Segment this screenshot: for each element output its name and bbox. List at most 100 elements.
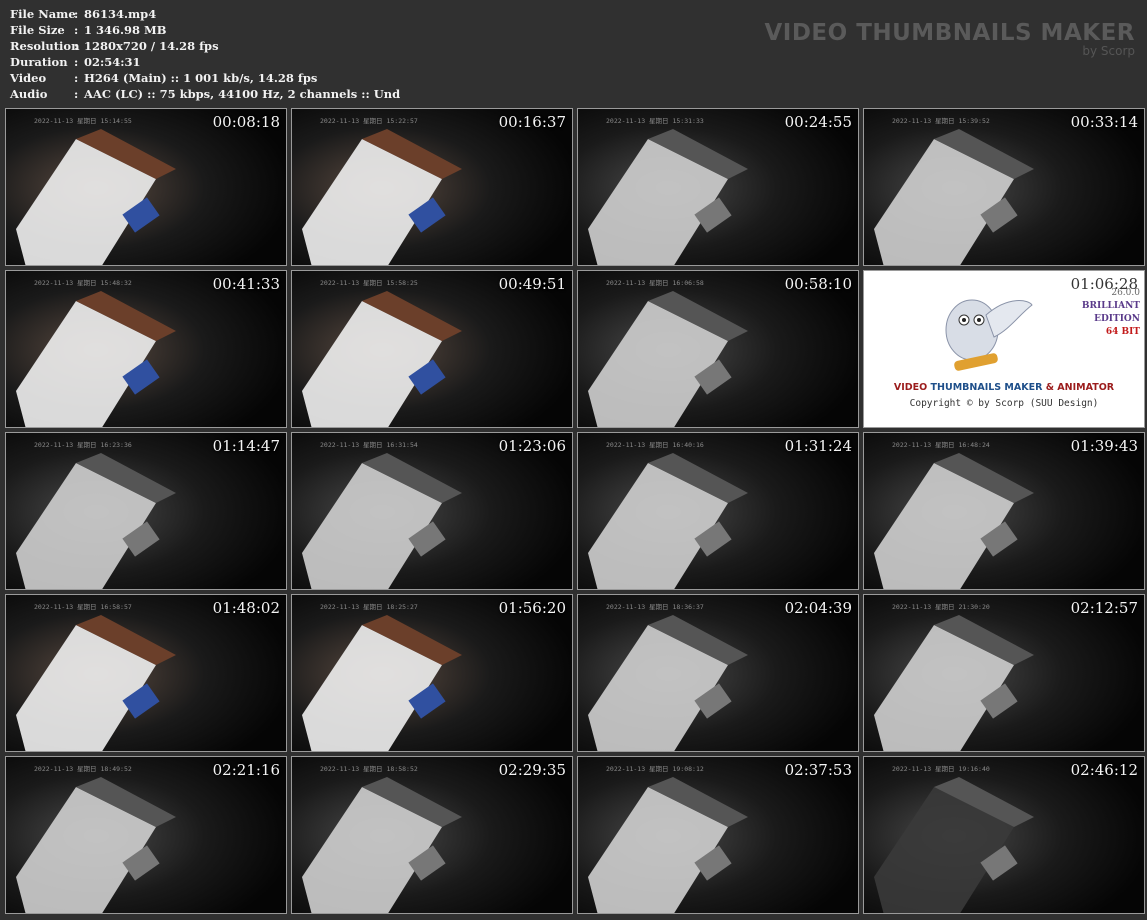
brand-watermark: VIDEO THUMBNAILS MAKER by Scorp: [764, 20, 1135, 58]
info-row-video: Video: H264 (Main) :: 1 001 kb/s, 14.28 f…: [10, 71, 318, 85]
frame-time-label: 00:24:55: [784, 113, 852, 131]
frame-image: [292, 271, 572, 427]
frame-timestamp-overlay: 2022-11-13 星期日 16:06:58: [606, 279, 704, 287]
thumbnail-frame: 2022-11-13 星期日 21:30:20 02:12:57: [863, 594, 1145, 752]
thumbnail-frame: 2022-11-13 星期日 15:58:25 00:49:51: [291, 270, 573, 428]
frame-timestamp-overlay: 2022-11-13 星期日 16:31:54: [320, 441, 418, 449]
thumbnail-frame: 2022-11-13 星期日 16:58:57 01:48:02: [5, 594, 287, 752]
frame-time-label: 02:21:16: [212, 761, 280, 779]
frame-timestamp-overlay: 2022-11-13 星期日 15:14:55: [34, 117, 132, 125]
info-row-file-size: File Size:1 346.98 MB: [10, 23, 167, 37]
thumbnail-frame: 2022-11-13 星期日 16:31:54 01:23:06: [291, 432, 573, 590]
logo-edition-line2: EDITION: [1094, 314, 1140, 324]
logo-edition-line1: BRILLIANT: [1081, 301, 1140, 311]
info-row-resolution: Resolution:1280x720 / 14.28 fps: [10, 39, 219, 53]
info-key: Audio: [10, 87, 48, 101]
frame-timestamp-overlay: 2022-11-13 星期日 16:58:57: [34, 603, 132, 611]
frame-time-label: 00:49:51: [498, 275, 566, 293]
brand-subtitle: by Scorp: [1082, 44, 1135, 58]
frame-timestamp-overlay: 2022-11-13 星期日 16:48:24: [892, 441, 990, 449]
logo-bits: 64 BIT: [1105, 327, 1140, 337]
frame-timestamp-overlay: 2022-11-13 星期日 15:58:25: [320, 279, 418, 287]
file-info-panel: File Name:86134.mp4 File Size:1 346.98 M…: [10, 6, 400, 102]
frame-timestamp-overlay: 2022-11-13 星期日 16:40:16: [606, 441, 704, 449]
thumbnail-frame: 2022-11-13 星期日 16:23:36 01:14:47: [5, 432, 287, 590]
info-row-audio: Audio: AAC (LC) :: 75 kbps, 44100 Hz, 2 c…: [10, 87, 401, 101]
thumbnail-frame: 2022-11-13 星期日 16:48:24 01:39:43: [863, 432, 1145, 590]
thumbnail-frame: 2022-11-13 星期日 18:58:52 02:29:35: [291, 756, 573, 914]
frame-image: [578, 757, 858, 913]
info-value: 02:54:31: [84, 55, 141, 69]
logo-version-block: 26.0.0 BRILLIANT EDITION 64 BIT: [1082, 287, 1140, 339]
frame-time-label: 01:06:28: [1070, 275, 1138, 293]
info-row-duration: Duration:02:54:31: [10, 55, 141, 69]
info-key: Resolution: [10, 39, 80, 53]
logo-copyright: Copyright © by Scorp (SUU Design): [909, 398, 1099, 409]
thumbnail-frame: 2022-11-13 星期日 15:14:55 00:08:18: [5, 108, 287, 266]
info-value: 1280x720 / 14.28 fps: [84, 39, 219, 53]
info-value: 1 346.98 MB: [84, 23, 167, 37]
frame-time-label: 02:37:53: [784, 761, 852, 779]
frame-image: [864, 433, 1144, 589]
frame-image: [578, 271, 858, 427]
frame-time-label: 01:48:02: [212, 599, 280, 617]
frame-time-label: 00:08:18: [212, 113, 280, 131]
frame-time-label: 00:41:33: [212, 275, 280, 293]
info-value: AAC (LC) :: 75 kbps, 44100 Hz, 2 channel…: [84, 87, 401, 101]
thumbnail-frame: 2022-11-13 星期日 15:39:52 00:33:14: [863, 108, 1145, 266]
frame-time-label: 00:58:10: [784, 275, 852, 293]
frame-timestamp-overlay: 2022-11-13 星期日 19:08:12: [606, 765, 704, 773]
frame-timestamp-overlay: 2022-11-13 星期日 15:39:52: [892, 117, 990, 125]
thumbnail-frame: 2022-11-13 星期日 19:08:12 02:37:53: [577, 756, 859, 914]
frame-image: [864, 109, 1144, 265]
frame-image: [292, 757, 572, 913]
frame-timestamp-overlay: 2022-11-13 星期日 21:30:20: [892, 603, 990, 611]
thumbnail-frame: 2022-11-13 星期日 18:25:27 01:56:20: [291, 594, 573, 752]
frame-timestamp-overlay: 2022-11-13 星期日 15:22:57: [320, 117, 418, 125]
brand-title: VIDEO THUMBNAILS MAKER: [764, 20, 1135, 46]
logo-product-name: VIDEO THUMBNAILS MAKER & ANIMATOR: [864, 382, 1144, 393]
thumbnail-frame: 2022-11-13 星期日 15:22:57 00:16:37: [291, 108, 573, 266]
info-key: File Size: [10, 23, 65, 37]
info-value: H264 (Main) :: 1 001 kb/s, 14.28 fps: [84, 71, 318, 85]
frame-timestamp-overlay: 2022-11-13 星期日 18:36:37: [606, 603, 704, 611]
frame-image: [578, 595, 858, 751]
logo-name-part: VIDEO: [893, 382, 931, 393]
thumbnail-frame: 2022-11-13 星期日 18:36:37 02:04:39: [577, 594, 859, 752]
frame-time-label: 02:12:57: [1070, 599, 1138, 617]
frame-time-label: 01:31:24: [784, 437, 852, 455]
frame-time-label: 01:39:43: [1070, 437, 1138, 455]
frame-timestamp-overlay: 2022-11-13 星期日 15:31:33: [606, 117, 704, 125]
frame-time-label: 02:46:12: [1070, 761, 1138, 779]
thumbnail-grid: 2022-11-13 星期日 15:14:55 00:08:18 2022-11-1…: [5, 108, 1145, 914]
frame-time-label: 00:16:37: [498, 113, 566, 131]
thumbnail-frame: 2022-11-13 星期日 15:48:32 00:41:33: [5, 270, 287, 428]
frame-time-label: 02:04:39: [784, 599, 852, 617]
thumbnail-frame: 2022-11-13 星期日 16:06:58 00:58:10: [577, 270, 859, 428]
frame-timestamp-overlay: 2022-11-13 星期日 16:23:36: [34, 441, 132, 449]
frame-image: [6, 109, 286, 265]
frame-image: [6, 757, 286, 913]
frame-timestamp-overlay: 2022-11-13 星期日 18:25:27: [320, 603, 418, 611]
frame-image: [292, 433, 572, 589]
frame-image: [6, 271, 286, 427]
frame-timestamp-overlay: 2022-11-13 星期日 15:48:32: [34, 279, 132, 287]
app-logo-frame: 26.0.0 BRILLIANT EDITION 64 BIT VIDEO THUMBN…: [863, 270, 1145, 428]
thumbnail-frame: 2022-11-13 星期日 16:40:16 01:31:24: [577, 432, 859, 590]
frame-image: [864, 757, 1144, 913]
frame-time-label: 00:33:14: [1070, 113, 1138, 131]
thumbnail-frame: 2022-11-13 星期日 19:16:40 02:46:12: [863, 756, 1145, 914]
frame-time-label: 01:56:20: [498, 599, 566, 617]
frame-image: [864, 595, 1144, 751]
frame-image: [292, 595, 572, 751]
info-key: Video: [10, 71, 47, 85]
frame-timestamp-overlay: 2022-11-13 星期日 19:16:40: [892, 765, 990, 773]
info-value: 86134.mp4: [84, 7, 157, 21]
logo-name-part: THUMBNAILS MAKER: [930, 382, 1043, 393]
frame-image: [6, 433, 286, 589]
thumbnail-frame: 2022-11-13 星期日 15:31:33 00:24:55: [577, 108, 859, 266]
frame-time-label: 02:29:35: [498, 761, 566, 779]
owl-logo-icon: [945, 299, 1033, 371]
info-key: Duration: [10, 55, 68, 69]
frame-time-label: 01:14:47: [212, 437, 280, 455]
